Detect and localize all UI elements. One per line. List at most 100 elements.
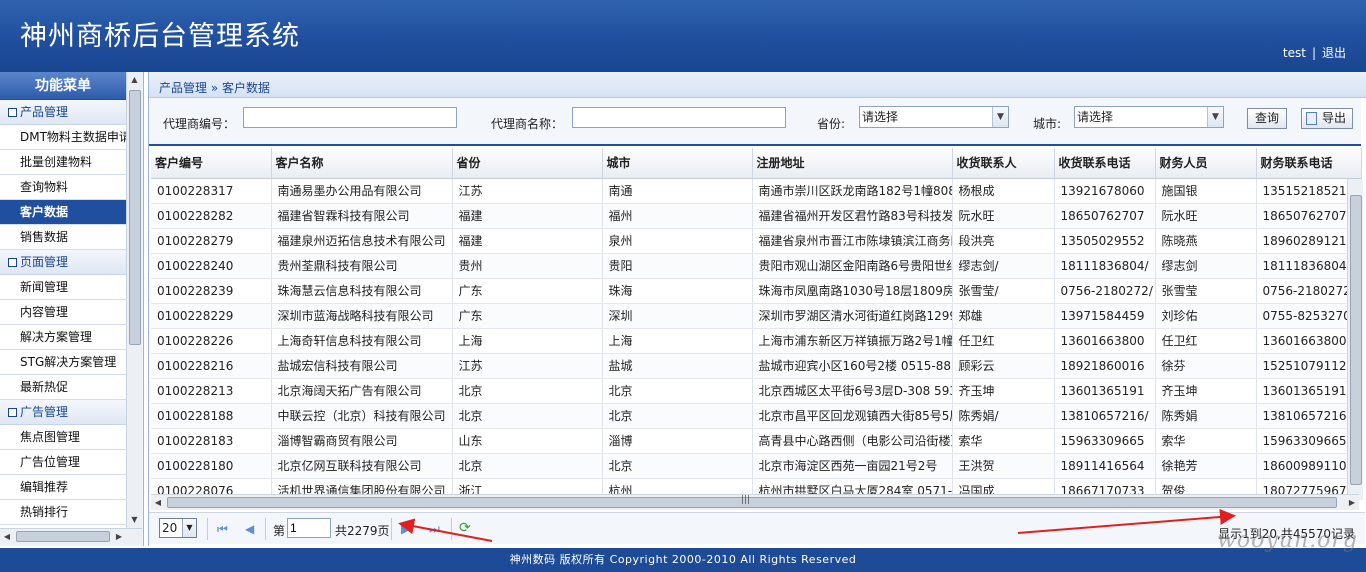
menu-group-ads[interactable]: 广告管理 [0,400,126,425]
table-row[interactable]: 0100228229 深圳市蓝海战略科技有限公司 广东 深圳 深圳市罗湖区清水河街道红岗… [151,303,1362,329]
scroll-up-icon[interactable]: ▲ [127,72,142,88]
sidebar-vertical-scrollbar[interactable]: ▲ ▼ [126,72,142,528]
table-cell: 13601365191 [1256,378,1362,404]
scroll-down-icon[interactable]: ▼ [127,512,142,528]
table-cell: 陈晓燕 [1155,228,1257,254]
column-header[interactable]: 客户编号 [151,148,272,179]
table-cell: 18111836804 [1256,253,1362,279]
table-vertical-scrollbar[interactable] [1347,179,1363,500]
app-title: 神州商桥后台管理系统 [20,21,300,52]
table-row[interactable]: 0100228216 盐城宏信科技有限公司 江苏 盐城 盐城市迎宾小区160号2楼 05… [151,353,1362,379]
table-cell: 郑雄 [952,303,1055,329]
table-cell: 0100228240 [151,253,272,279]
first-page-icon[interactable]: ⏮ [217,522,228,537]
scrollbar-thumb[interactable] [16,531,110,542]
table-cell: 徐芬 [1155,353,1257,379]
menu-item-hot-promo[interactable]: 最新热促 [0,375,126,400]
chevron-down-icon: ▼ [1207,107,1223,127]
menu-group-page[interactable]: 页面管理 [0,250,126,275]
username[interactable]: test [1283,46,1306,60]
table-cell: 深圳市罗湖区清水河街道红岗路1299号 [752,303,953,329]
menu-item-editor-picks[interactable]: 编辑推荐 [0,475,126,500]
menu-item-content[interactable]: 内容管理 [0,300,126,325]
table-row[interactable]: 0100228183 淄博智霸商贸有限公司 山东 淄博 高青县中心路西侧（电影公司沿街楼… [151,428,1362,454]
column-header[interactable]: 客户名称 [271,148,453,179]
menu-item-bestsellers[interactable]: 热销排行 [0,500,126,525]
scroll-left-icon[interactable]: ◀ [151,495,165,511]
menu-item-dmt[interactable]: DMT物料主数据申请 [0,125,126,150]
column-header[interactable]: 财务联系电话 [1256,148,1362,179]
menu-title: 功能菜单 [0,72,126,100]
column-header[interactable]: 财务人员 [1155,148,1257,179]
table-row[interactable]: 0100228240 贵州荃鼎科技有限公司 贵州 贵阳 贵阳市观山湖区金阳南路6号贵阳世… [151,253,1362,279]
scroll-left-icon[interactable]: ◀ [0,529,14,545]
province-select[interactable]: 请选择 ▼ [859,106,1009,128]
table-cell: 福建省智霖科技有限公司 [271,203,453,229]
column-header[interactable]: 收货联系电话 [1054,148,1156,179]
query-button[interactable]: 查询 [1247,108,1287,129]
export-button[interactable]: 导出 [1301,108,1353,129]
table-horizontal-scrollbar[interactable]: ◀ ||| ▶ [151,494,1359,510]
table-cell: 0100228180 [151,453,272,479]
table-cell: 0756-2180272 [1256,278,1362,304]
refresh-icon[interactable]: ⟳ [459,520,471,536]
agent-code-input[interactable] [243,107,457,128]
menu-item-batch-create[interactable]: 批量创建物料 [0,150,126,175]
next-page-icon[interactable]: ▶ [401,522,410,536]
menu-item-customer-data[interactable]: 客户数据 [0,200,126,225]
scrollbar-thumb[interactable] [167,497,1337,508]
agent-name-input[interactable] [572,107,786,128]
menu-item-query-material[interactable]: 查询物料 [0,175,126,200]
table-cell: 任卫红 [1155,328,1257,354]
menu-item-ad-slots[interactable]: 广告位管理 [0,450,126,475]
table-cell: 0100228239 [151,278,272,304]
scrollbar-thumb[interactable] [129,90,141,345]
menu-item-solutions[interactable]: 解决方案管理 [0,325,126,350]
table-row[interactable]: 0100228279 福建泉州迈拓信息技术有限公司 福建 泉州 福建省泉州市晋江市陈埭镇… [151,228,1362,254]
menu-group-product[interactable]: 产品管理 [0,100,126,125]
page-size-select[interactable]: 20 ▼ [159,518,197,538]
table-row[interactable]: 0100228282 福建省智霖科技有限公司 福建 福州 福建省福州开发区君竹路83号科… [151,203,1362,229]
menu-item-news[interactable]: 新闻管理 [0,275,126,300]
sidebar-horizontal-scrollbar[interactable]: ◀ ▶ [0,528,142,544]
watermark: wooyun.org [1217,528,1358,553]
table-row[interactable]: 0100228180 北京亿网互联科技有限公司 北京 北京 北京市海淀区西苑一亩园21号… [151,453,1362,479]
menu-item-focus-images[interactable]: 焦点图管理 [0,425,126,450]
table-row[interactable]: 0100228213 北京海阔天拓广告有限公司 北京 北京 北京西城区太平街6号3层D-… [151,378,1362,404]
column-header[interactable]: 城市 [602,148,753,179]
table-cell: 杨根成 [952,178,1055,204]
table-cell: 13601663800 [1256,328,1362,354]
table-cell: 福建 [452,228,603,254]
table-cell: 缪志剑 [1155,253,1257,279]
table-cell: 0100228317 [151,178,272,204]
last-page-icon[interactable]: ⏭ [429,522,440,537]
table-row[interactable]: 0100228188 中联云控（北京）科技有限公司 北京 北京 北京市昌平区回龙观镇西大… [151,403,1362,429]
table-cell: 珠海 [602,278,753,304]
table-row[interactable]: 0100228317 南通易墨办公用品有限公司 江苏 南通 南通市崇川区跃龙南路182号… [151,178,1362,204]
scroll-right-icon[interactable]: ▶ [1345,495,1359,511]
table-cell: 0100228229 [151,303,272,329]
menu-item-sales-data[interactable]: 销售数据 [0,225,126,250]
page-number-input[interactable] [287,518,331,538]
table-cell: 13971584459 [1054,303,1156,329]
chevron-down-icon: ▼ [992,107,1008,127]
table-cell: 南通易墨办公用品有限公司 [271,178,453,204]
column-header[interactable]: 省份 [452,148,603,179]
menu-item-stg-solutions[interactable]: STG解决方案管理 [0,350,126,375]
table-cell: 北京 [602,403,753,429]
column-header[interactable]: 收货联系人 [952,148,1055,179]
logout-link[interactable]: 退出 [1322,46,1346,60]
table-row[interactable]: 0100228226 上海奇轩信息科技有限公司 上海 上海 上海市浦东新区万祥镇振万路2… [151,328,1362,354]
scroll-right-icon[interactable]: ▶ [112,529,126,545]
scrollbar-thumb[interactable] [1350,195,1362,485]
table-cell: 深圳 [602,303,753,329]
collapse-icon [8,408,17,417]
table-cell: 江苏 [452,178,603,204]
prev-page-icon[interactable]: ◀ [245,522,254,536]
table-cell: 18111836804/ [1054,253,1156,279]
column-header[interactable]: 注册地址 [752,148,953,179]
table-cell: 0100228216 [151,353,272,379]
table-row[interactable]: 0100228239 珠海慧云信息科技有限公司 广东 珠海 珠海市凤凰南路1030号18… [151,278,1362,304]
table-cell: 北京市昌平区回龙观镇西大街85号5层 [752,403,953,429]
city-select[interactable]: 请选择 ▼ [1074,106,1224,128]
